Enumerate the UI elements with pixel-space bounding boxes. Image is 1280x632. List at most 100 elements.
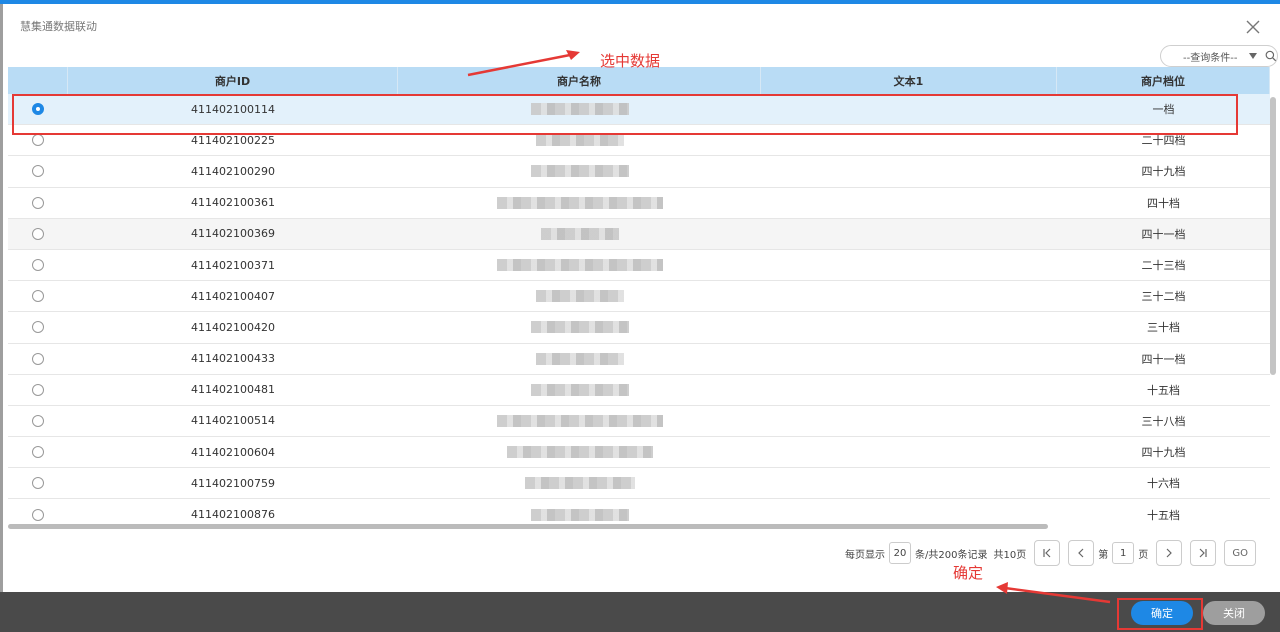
- row-radio[interactable]: [32, 508, 44, 521]
- row-radio[interactable]: [32, 414, 44, 427]
- merchant-level-cell: 四十九档: [1141, 446, 1186, 460]
- table-row[interactable]: 411402100604 四十九档: [8, 437, 1270, 469]
- row-select-cell[interactable]: [8, 156, 68, 186]
- merchant-level-cell: 二十三档: [1141, 259, 1186, 273]
- text1-cell: [761, 344, 1057, 374]
- dialog-footer: [0, 592, 1280, 632]
- text1-cell: [761, 281, 1057, 311]
- row-radio[interactable]: [32, 352, 44, 365]
- row-select-cell[interactable]: [8, 468, 68, 498]
- row-select-cell[interactable]: [8, 188, 68, 218]
- row-select-cell[interactable]: [8, 499, 68, 525]
- last-page-icon: [1199, 548, 1207, 558]
- vertical-scrollbar[interactable]: [1270, 97, 1276, 375]
- row-radio[interactable]: [32, 477, 44, 490]
- grid-body: 411402100114 一档 411402100225 二十四档 4114021002…: [8, 94, 1270, 525]
- table-row[interactable]: 411402100290 四十九档: [8, 156, 1270, 188]
- text1-cell: [761, 219, 1057, 249]
- merchant-level-cell: 十五档: [1147, 383, 1180, 397]
- header-text1[interactable]: 文本1: [761, 67, 1057, 94]
- close-icon[interactable]: [1244, 18, 1262, 36]
- row-radio[interactable]: [32, 259, 44, 272]
- merchant-grid: 商户ID 商户名称 文本1 商户档位 411402100114 一档 4114021…: [8, 67, 1270, 525]
- prev-page-button[interactable]: [1068, 540, 1095, 566]
- merchant-name-cell: [398, 344, 761, 374]
- merchant-name-cell: [398, 281, 761, 311]
- table-row[interactable]: 411402100371 二十三档: [8, 250, 1270, 282]
- row-radio[interactable]: [32, 321, 44, 334]
- blurred-name: [524, 477, 635, 490]
- page-input[interactable]: 1: [1112, 542, 1135, 564]
- first-page-button[interactable]: [1034, 540, 1061, 566]
- table-row[interactable]: 411402100369 四十一档: [8, 218, 1270, 250]
- chevron-down-icon[interactable]: [1249, 53, 1258, 59]
- merchant-level-cell: 十六档: [1147, 477, 1180, 491]
- row-select-cell[interactable]: [8, 344, 68, 374]
- table-row[interactable]: 411402100514 三十八档: [8, 406, 1270, 438]
- table-row[interactable]: 411402100759 十六档: [8, 468, 1270, 500]
- row-radio[interactable]: [32, 446, 44, 459]
- merchant-name-cell: [398, 468, 761, 498]
- table-row[interactable]: 411402100407 三十二档: [8, 281, 1270, 313]
- row-select-cell[interactable]: [8, 437, 68, 467]
- merchant-name-cell: [398, 312, 761, 342]
- row-select-cell[interactable]: [8, 406, 68, 436]
- header-merchant-id[interactable]: 商户ID: [68, 67, 398, 94]
- merchant-name-cell: [398, 188, 761, 218]
- blurred-name: [535, 134, 624, 147]
- merchant-level-cell: 三十二档: [1141, 290, 1186, 304]
- row-radio[interactable]: [32, 134, 44, 147]
- page-suffix: 页: [1138, 549, 1149, 561]
- text1-cell: [761, 188, 1057, 218]
- merchant-id-cell: 411402100876: [191, 508, 275, 522]
- blurred-name: [530, 321, 629, 334]
- search-icon[interactable]: [1265, 50, 1277, 62]
- row-radio[interactable]: [32, 227, 44, 240]
- merchant-name-cell: [398, 219, 761, 249]
- table-row[interactable]: 411402100433 四十一档: [8, 344, 1270, 375]
- row-radio[interactable]: [32, 383, 44, 396]
- go-button[interactable]: GO: [1224, 540, 1257, 566]
- merchant-id-cell: 411402100604: [191, 445, 275, 459]
- row-radio[interactable]: [32, 165, 44, 178]
- row-select-cell[interactable]: [8, 281, 68, 311]
- grid-header: 商户ID 商户名称 文本1 商户档位: [8, 67, 1270, 94]
- merchant-id-cell: 411402100371: [191, 258, 275, 272]
- search-condition-select[interactable]: --查询条件--: [1160, 45, 1278, 67]
- header-merchant-name[interactable]: 商户名称: [398, 67, 761, 94]
- table-row[interactable]: 411402100481 十五档: [8, 375, 1270, 406]
- left-edge: [0, 4, 3, 592]
- table-row[interactable]: 411402100876 十五档: [8, 499, 1270, 525]
- row-radio[interactable]: [32, 290, 44, 303]
- horizontal-scrollbar[interactable]: [8, 524, 1048, 529]
- pagination: 每页显示 20 条/共200条记录 共10页 第 1 页 GO: [845, 540, 1260, 566]
- table-row[interactable]: 411402100420 三十档: [8, 312, 1270, 344]
- text1-cell: [761, 437, 1057, 467]
- blurred-name: [535, 352, 624, 365]
- text1-cell: [761, 499, 1057, 525]
- blurred-name: [530, 383, 629, 396]
- text1-cell: [761, 156, 1057, 186]
- merchant-id-cell: 411402100514: [191, 414, 275, 428]
- merchant-level-cell: 四十一档: [1141, 352, 1186, 366]
- row-select-cell[interactable]: [8, 250, 68, 280]
- table-row[interactable]: 411402100361 四十档: [8, 188, 1270, 219]
- close-button[interactable]: 关闭: [1203, 601, 1265, 625]
- chevron-left-icon: [1078, 548, 1084, 558]
- first-page-icon: [1043, 548, 1051, 558]
- merchant-name-cell: [398, 499, 761, 525]
- merchant-level-cell: 十五档: [1147, 508, 1180, 522]
- merchant-id-cell: 411402100361: [191, 196, 275, 210]
- blurred-name: [530, 508, 629, 521]
- row-select-cell[interactable]: [8, 375, 68, 405]
- merchant-level-cell: 四十九档: [1141, 165, 1186, 179]
- row-radio[interactable]: [32, 196, 44, 209]
- row-select-cell[interactable]: [8, 219, 68, 249]
- header-merchant-level[interactable]: 商户档位: [1057, 67, 1270, 94]
- row-select-cell[interactable]: [8, 312, 68, 342]
- last-page-button[interactable]: [1190, 540, 1217, 566]
- top-accent-bar: [0, 0, 1280, 4]
- next-page-button[interactable]: [1156, 540, 1183, 566]
- per-page-input[interactable]: 20: [889, 542, 911, 564]
- merchant-name-cell: [398, 375, 761, 405]
